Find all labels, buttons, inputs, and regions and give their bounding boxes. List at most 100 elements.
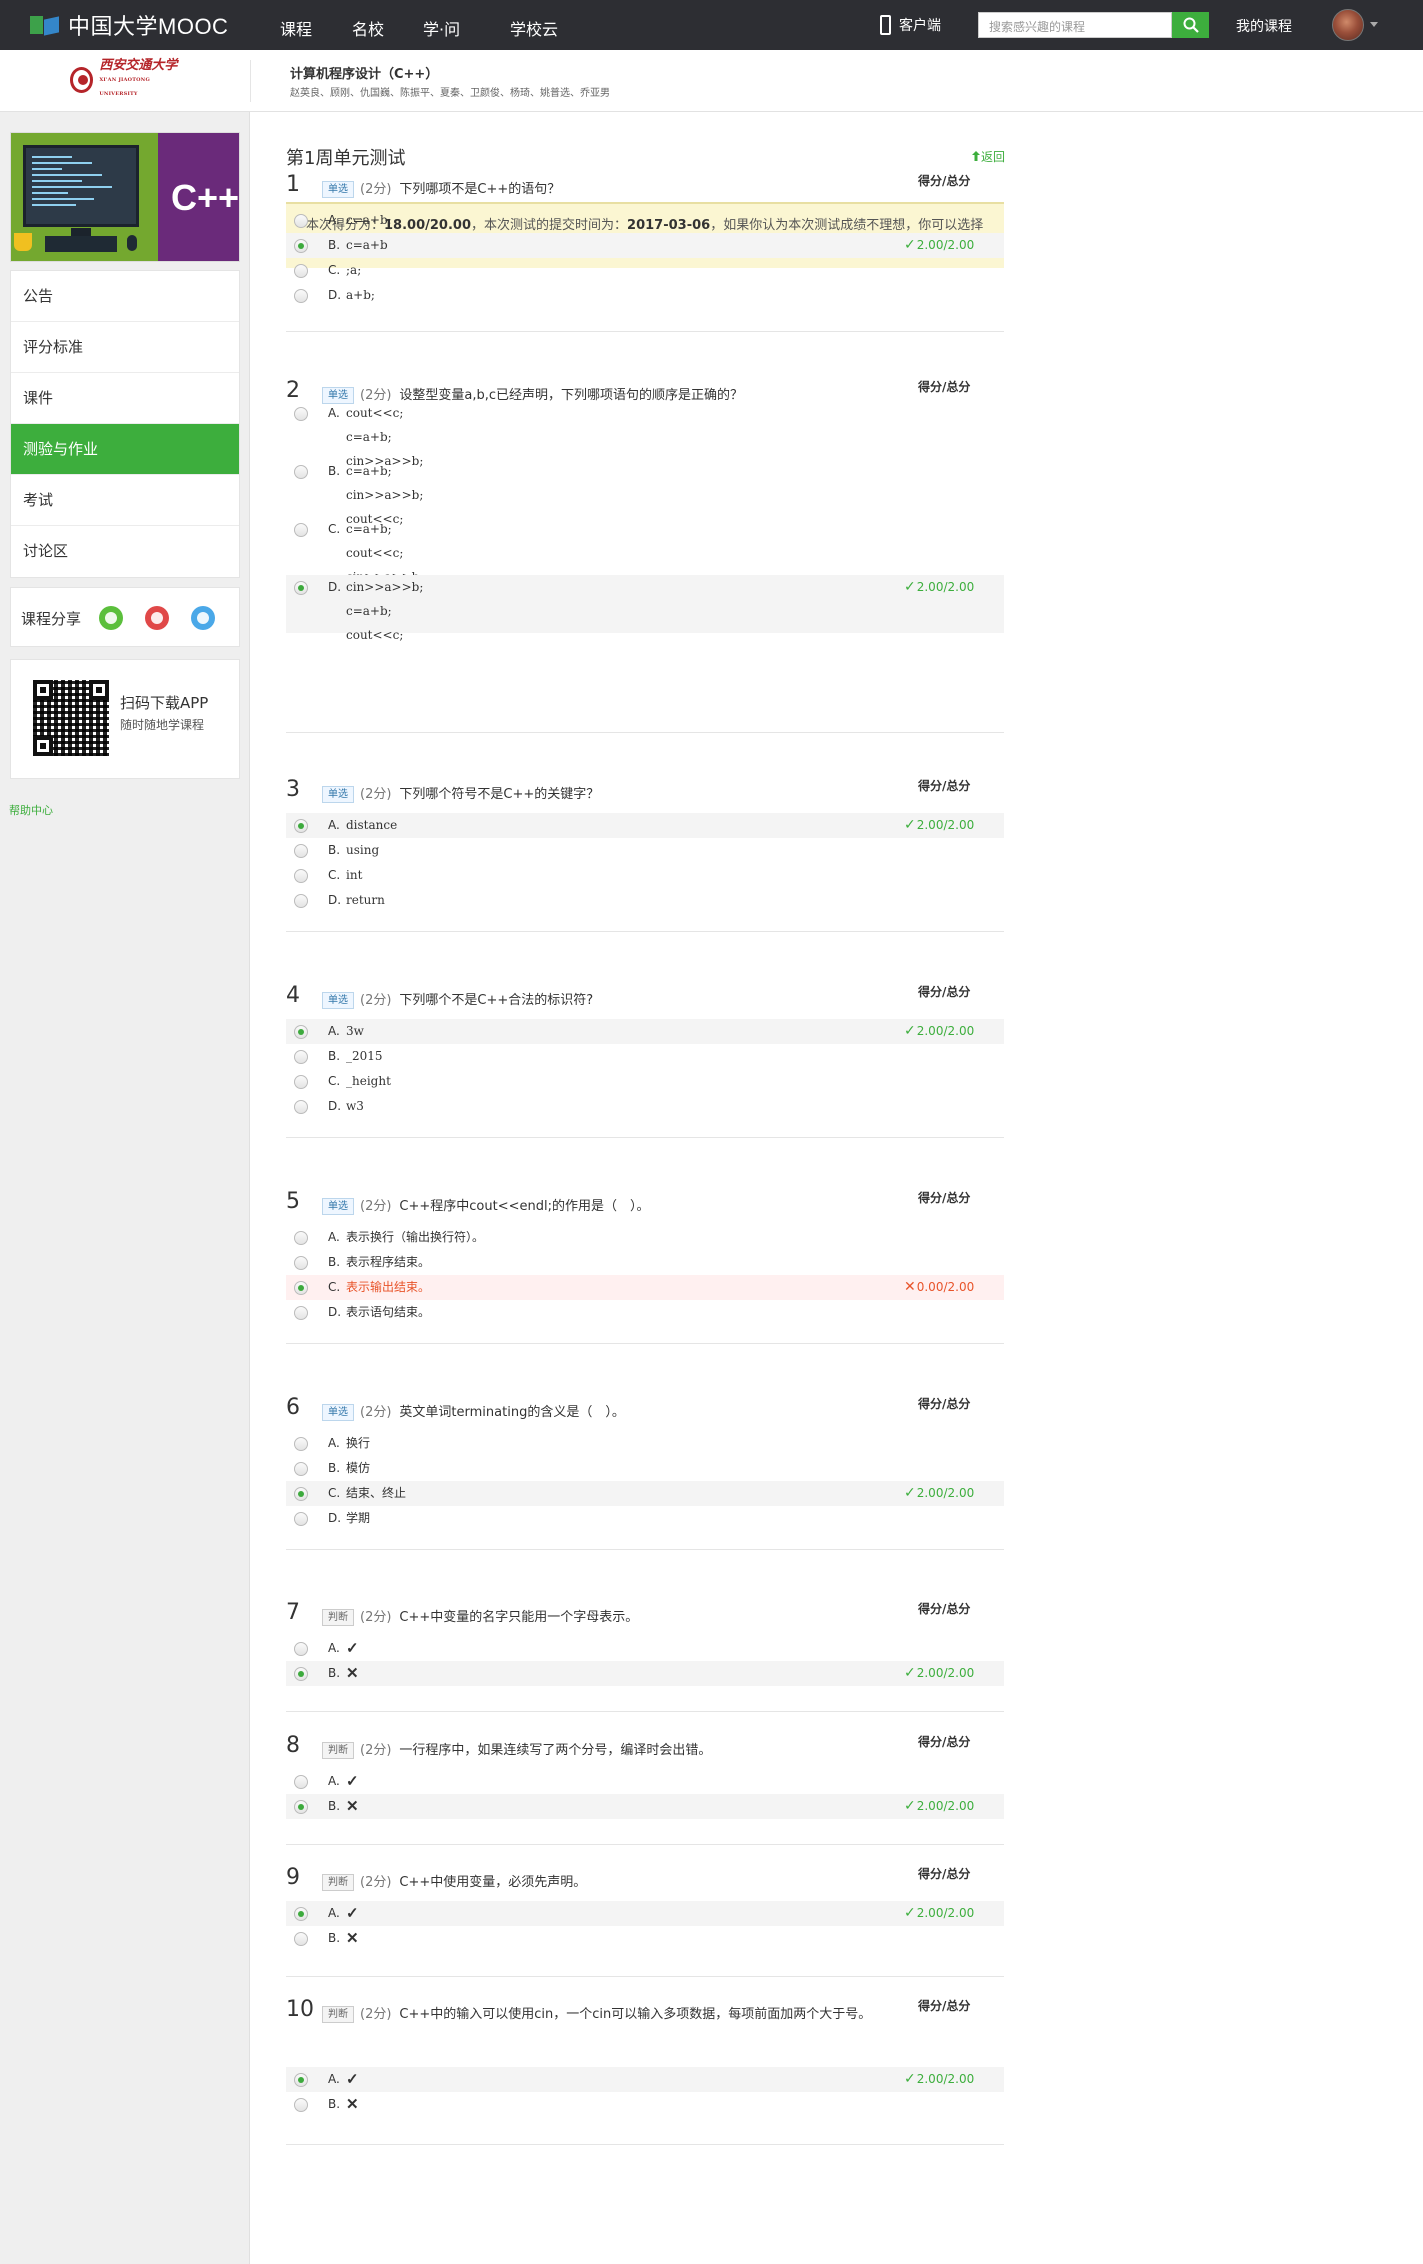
back-link[interactable]: 返回 <box>971 148 1005 165</box>
answer-option[interactable]: A. c=a+b; <box>286 208 1004 233</box>
answer-option[interactable]: D. w3 <box>286 1094 1004 1119</box>
chevron-down-icon[interactable] <box>1370 22 1378 27</box>
option-letter: A. <box>328 1906 340 1920</box>
answer-option[interactable]: C. ;a; <box>286 258 1004 283</box>
search-input[interactable]: 搜索感兴趣的课程 <box>978 12 1172 38</box>
radio-button[interactable] <box>294 1231 308 1245</box>
nav-link-school-cloud[interactable]: 学校云 <box>510 16 558 40</box>
radio-button[interactable] <box>294 1100 308 1114</box>
radio-button[interactable] <box>294 407 308 421</box>
answer-option[interactable]: C. _height <box>286 1069 1004 1094</box>
wechat-icon[interactable] <box>99 606 123 630</box>
answer-option[interactable]: D. 表示语句结束。 <box>286 1300 1004 1325</box>
answer-option[interactable]: C. 表示输出结束。 ✕0.00/2.00 <box>286 1275 1004 1300</box>
answer-option[interactable]: B. ✕ ✓2.00/2.00 <box>286 1661 1004 1686</box>
nav-link-courses[interactable]: 课程 <box>280 16 312 40</box>
answer-option[interactable]: B. _2015 <box>286 1044 1004 1069</box>
radio-button[interactable] <box>294 2073 308 2087</box>
radio-button[interactable] <box>294 1462 308 1476</box>
radio-button[interactable] <box>294 289 308 303</box>
radio-button[interactable] <box>294 1642 308 1656</box>
radio-button[interactable] <box>294 894 308 908</box>
help-center-link[interactable]: 帮助中心 <box>9 802 53 818</box>
menu-item-courseware[interactable]: 课件 <box>11 373 239 424</box>
answer-option[interactable]: A. 换行 <box>286 1431 1004 1456</box>
radio-button[interactable] <box>294 1800 308 1814</box>
answer-option[interactable]: D. a+b; <box>286 283 1004 308</box>
course-title[interactable]: 计算机程序设计（C++） <box>290 63 438 82</box>
answer-option[interactable]: A. 表示换行（输出换行符）。 <box>286 1225 1004 1250</box>
search-button[interactable] <box>1172 12 1209 38</box>
menu-item-exam[interactable]: 考试 <box>11 475 239 526</box>
radio-button[interactable] <box>294 1667 308 1681</box>
option-text: _2015 <box>346 1049 383 1063</box>
check-icon: ✓ <box>904 1485 916 1501</box>
radio-button[interactable] <box>294 1281 308 1295</box>
radio-button[interactable] <box>294 1306 308 1320</box>
radio-button[interactable] <box>294 1487 308 1501</box>
answer-option[interactable]: A. cout<<c; c=a+b; cin>>a>>b; <box>286 401 1004 468</box>
answer-option[interactable]: D. cin>>a>>b; c=a+b; cout<<c; ✓2.00/2.00 <box>286 575 1004 642</box>
radio-button[interactable] <box>294 1775 308 1789</box>
radio-button[interactable] <box>294 1512 308 1526</box>
nav-link-schools[interactable]: 名校 <box>352 16 384 40</box>
answer-option[interactable]: B. 模仿 <box>286 1456 1004 1481</box>
option-letter: A. <box>328 1774 340 1788</box>
option-text: 表示换行（输出换行符）。 <box>346 1230 485 1244</box>
answer-option[interactable]: A. ✓ <box>286 1636 1004 1661</box>
mooc-logo[interactable]: 中国大学MOOC <box>30 11 228 39</box>
radio-button[interactable] <box>294 1075 308 1089</box>
radio-button[interactable] <box>294 819 308 833</box>
score-column-label: 得分/总分 <box>918 779 971 793</box>
answer-option[interactable]: D. 学期 <box>286 1506 1004 1531</box>
radio-button[interactable] <box>294 214 308 228</box>
answer-option[interactable]: B. c=a+b ✓2.00/2.00 <box>286 233 1004 258</box>
answer-option[interactable]: A. distance ✓2.00/2.00 <box>286 813 1004 838</box>
radio-button[interactable] <box>294 1025 308 1039</box>
radio-button[interactable] <box>294 239 308 253</box>
radio-button[interactable] <box>294 1256 308 1270</box>
my-courses-link[interactable]: 我的课程 <box>1236 16 1292 36</box>
answer-option[interactable]: C. int <box>286 863 1004 888</box>
radio-button[interactable] <box>294 844 308 858</box>
radio-button[interactable] <box>294 1907 308 1921</box>
radio-button[interactable] <box>294 1437 308 1451</box>
radio-button[interactable] <box>294 2098 308 2112</box>
menu-item-grading[interactable]: 评分标准 <box>11 322 239 373</box>
answer-option[interactable]: B. c=a+b; cin>>a>>b; cout<<c; <box>286 459 1004 526</box>
option-letter: B. <box>328 2097 341 2111</box>
weibo-icon[interactable] <box>145 606 169 630</box>
answer-option[interactable]: B. ✕ ✓2.00/2.00 <box>286 1794 1004 1819</box>
menu-item-quizzes[interactable]: 测验与作业 <box>11 424 239 475</box>
answer-option[interactable]: B. ✕ <box>286 2092 1004 2117</box>
avatar[interactable] <box>1332 9 1364 41</box>
university-logo[interactable]: 西安交通大学 XI'AN JIAOTONG UNIVERSITY <box>70 59 178 100</box>
answer-option[interactable]: A. 3w ✓2.00/2.00 <box>286 1019 1004 1044</box>
answer-option[interactable]: A. ✓ ✓2.00/2.00 <box>286 1901 1004 1926</box>
answer-option[interactable]: C.c=a+b; cout<<c; cin>>a>>b; <box>286 517 1004 584</box>
answer-option[interactable]: D. return <box>286 888 1004 913</box>
radio-button[interactable] <box>294 264 308 278</box>
question-points: (2分) <box>360 1875 392 1890</box>
radio-button[interactable] <box>294 523 308 537</box>
qq-icon[interactable] <box>191 606 215 630</box>
answer-option[interactable]: A. ✓ <box>286 1769 1004 1794</box>
option-result: ✓2.00/2.00 <box>904 579 974 595</box>
answer-option[interactable]: C. 结束、终止 ✓2.00/2.00 <box>286 1481 1004 1506</box>
answer-option[interactable]: B. using <box>286 838 1004 863</box>
radio-button[interactable] <box>294 465 308 479</box>
option-result: ✓2.00/2.00 <box>904 1665 974 1681</box>
answer-option[interactable]: B. 表示程序结束。 <box>286 1250 1004 1275</box>
answer-option[interactable]: B. ✕ <box>286 1926 1004 1951</box>
answer-option[interactable]: A. ✓ ✓2.00/2.00 <box>286 2067 1004 2092</box>
radio-button[interactable] <box>294 869 308 883</box>
nav-link-qa[interactable]: 学·问 <box>423 16 460 40</box>
menu-item-announcements[interactable]: 公告 <box>11 271 239 322</box>
menu-item-forum[interactable]: 讨论区 <box>11 526 239 577</box>
radio-button[interactable] <box>294 1932 308 1946</box>
option-letter: C. <box>328 522 341 536</box>
client-download-link[interactable]: 客户端 <box>880 12 941 38</box>
radio-button[interactable] <box>294 581 308 595</box>
question-text: 一行程序中，如果连续写了两个分号，编译时会出错。 <box>399 1743 712 1758</box>
radio-button[interactable] <box>294 1050 308 1064</box>
